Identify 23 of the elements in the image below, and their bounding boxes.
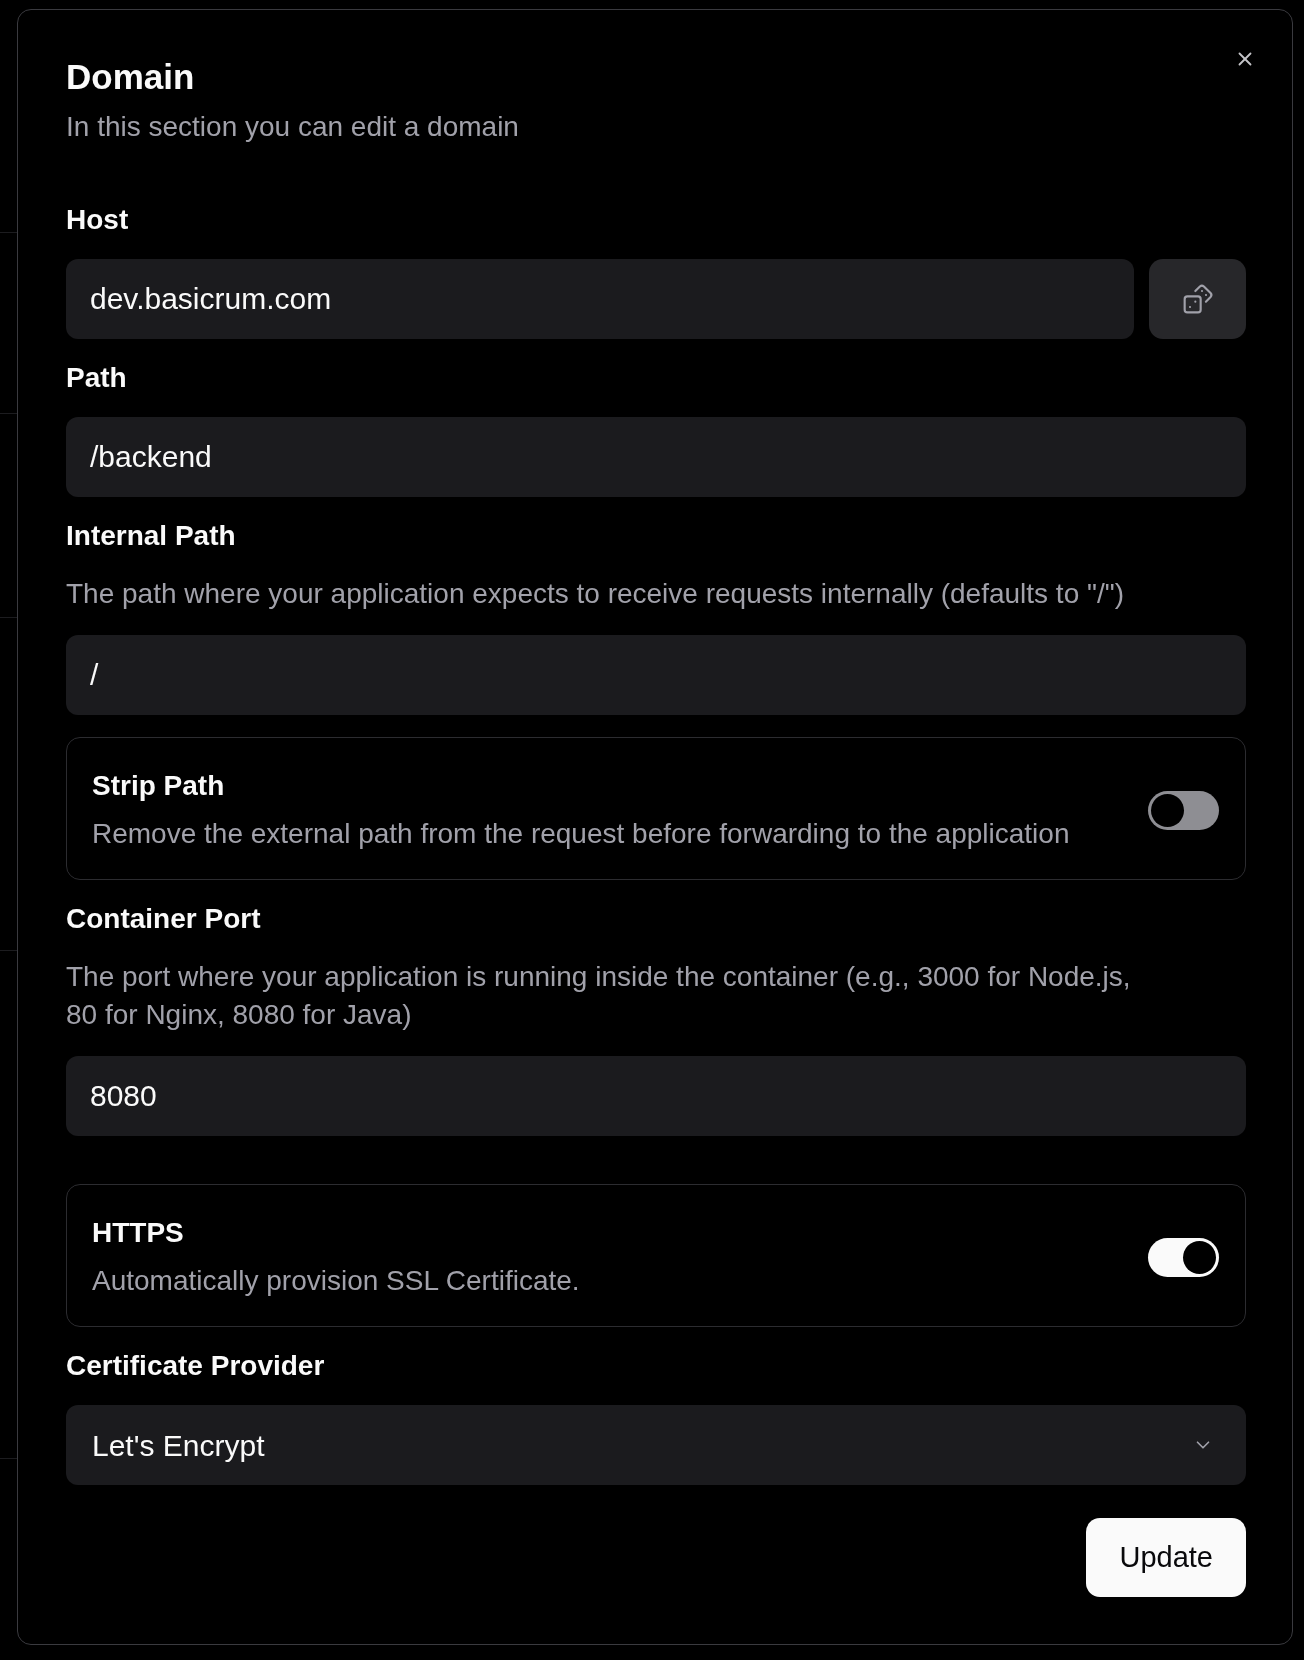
dialog-title: Domain xyxy=(66,56,196,98)
field-label: Container Port xyxy=(66,902,262,936)
setting-title: HTTPS xyxy=(92,1216,185,1250)
update-button[interactable]: Update xyxy=(1086,1518,1246,1597)
setting-title: Strip Path xyxy=(92,769,226,803)
dice-icon xyxy=(1181,283,1214,315)
dice-button[interactable] xyxy=(1149,259,1246,339)
select-field[interactable]: Let's Encrypt xyxy=(66,1405,1246,1485)
toggle-switch[interactable] xyxy=(1148,791,1219,830)
field-description: The path where your application expects to receive requests internally (defaults to "/") xyxy=(66,577,1125,611)
text-field[interactable]: / xyxy=(66,635,1246,715)
field-label: Certificate Provider xyxy=(66,1349,326,1383)
field-label: Path xyxy=(66,361,128,395)
field-description: The port where your application is running inside the container (e.g., 3000 for Node.js, 80 for Nginx, 8080 for Java) xyxy=(66,960,1132,1032)
setting-description: Automatically provision SSL Certificate. xyxy=(92,1264,580,1298)
setting-description: Remove the external path from the request before forwarding to the application xyxy=(92,817,1070,851)
field-label: Host xyxy=(66,203,130,237)
toggle-switch[interactable] xyxy=(1148,1238,1219,1277)
dialog-subtitle: In this section you can edit a domain xyxy=(66,110,520,144)
text-field[interactable]: 8080 xyxy=(66,1056,1246,1136)
text-field[interactable]: /backend xyxy=(66,417,1246,497)
text-field[interactable]: dev.basicrum.com xyxy=(66,259,1134,339)
field-label: Internal Path xyxy=(66,519,237,553)
